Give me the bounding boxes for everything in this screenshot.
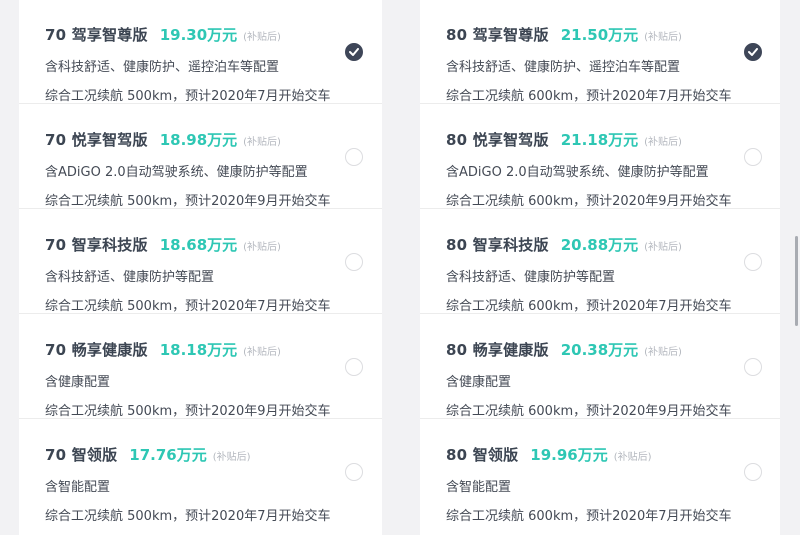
- trim-range-delivery: 综合工况续航 600km，预计2020年9月开始交车: [446, 194, 732, 209]
- trim-list-70: 70 驾享智尊版 19.30万元 (补贴后) 含科技舒适、健康防护、遥控泊车等配…: [19, 0, 382, 535]
- trim-name: 80 畅享健康版: [446, 341, 549, 359]
- trim-name: 70 畅享健康版: [45, 341, 148, 359]
- trim-features: 含智能配置: [446, 480, 512, 495]
- trim-option[interactable]: 80 驾享智尊版 21.50万元 (补贴后) 含科技舒适、健康防护、遥控泊车等配…: [420, 0, 780, 104]
- subsidy-note: (补贴后): [212, 452, 251, 463]
- trim-list-80: 80 驾享智尊版 21.50万元 (补贴后) 含科技舒适、健康防护、遥控泊车等配…: [420, 0, 780, 535]
- trim-option[interactable]: 70 驾享智尊版 19.30万元 (补贴后) 含科技舒适、健康防护、遥控泊车等配…: [19, 0, 382, 104]
- trim-price: 17.76万元: [129, 446, 207, 464]
- trim-features: 含科技舒适、健康防护等配置: [446, 270, 616, 285]
- trim-price: 20.38万元: [560, 341, 639, 359]
- trim-price: 21.50万元: [560, 26, 639, 44]
- trim-range-delivery: 综合工况续航 500km，预计2020年9月开始交车: [45, 404, 331, 419]
- subsidy-note: (补贴后): [644, 32, 682, 43]
- trim-range-delivery: 综合工况续航 600km，预计2020年9月开始交车: [446, 404, 732, 419]
- trim-range-delivery: 综合工况续航 500km，预计2020年9月开始交车: [45, 194, 331, 209]
- subsidy-note: (补贴后): [644, 347, 682, 358]
- trim-features: 含健康配置: [446, 375, 512, 390]
- trim-name: 70 驾享智尊版: [45, 26, 148, 44]
- trim-features: 含ADiGO 2.0自动驾驶系统、健康防护等配置: [446, 165, 709, 180]
- trim-features: 含科技舒适、健康防护等配置: [45, 270, 215, 285]
- subsidy-note: (补贴后): [644, 137, 682, 148]
- radio-button[interactable]: [744, 358, 762, 376]
- trim-features: 含健康配置: [45, 375, 111, 390]
- scrollbar[interactable]: [795, 236, 798, 326]
- selected-check-icon[interactable]: [345, 43, 363, 61]
- trim-name: 80 智领版: [446, 446, 519, 464]
- trim-option[interactable]: 70 智享科技版 18.68万元 (补贴后) 含科技舒适、健康防护等配置 综合工…: [19, 210, 382, 314]
- trim-option[interactable]: 70 智领版 17.76万元 (补贴后) 含智能配置 综合工况续航 500km，…: [19, 420, 382, 524]
- radio-button[interactable]: [345, 358, 363, 376]
- radio-button[interactable]: [744, 148, 762, 166]
- trim-features: 含科技舒适、健康防护、遥控泊车等配置: [446, 60, 681, 75]
- subsidy-note: (补贴后): [613, 452, 652, 463]
- trim-price: 18.18万元: [159, 341, 238, 359]
- trim-option[interactable]: 80 畅享健康版 20.38万元 (补贴后) 含健康配置 综合工况续航 600k…: [420, 315, 780, 419]
- trim-option[interactable]: 80 悦享智驾版 21.18万元 (补贴后) 含ADiGO 2.0自动驾驶系统、…: [420, 105, 780, 209]
- subsidy-note: (补贴后): [243, 347, 281, 358]
- radio-button[interactable]: [345, 253, 363, 271]
- trim-name: 70 智领版: [45, 446, 118, 464]
- trim-option[interactable]: 70 悦享智驾版 18.98万元 (补贴后) 含ADiGO 2.0自动驾驶系统、…: [19, 105, 382, 209]
- trim-price: 19.30万元: [159, 26, 238, 44]
- trim-range-delivery: 综合工况续航 500km，预计2020年7月开始交车: [45, 509, 331, 524]
- trim-features: 含智能配置: [45, 480, 111, 495]
- radio-button[interactable]: [345, 148, 363, 166]
- trim-features: 含科技舒适、健康防护、遥控泊车等配置: [45, 60, 280, 75]
- trim-range-delivery: 综合工况续航 500km，预计2020年7月开始交车: [45, 299, 331, 314]
- trim-option[interactable]: 70 畅享健康版 18.18万元 (补贴后) 含健康配置 综合工况续航 500k…: [19, 315, 382, 419]
- trim-features: 含ADiGO 2.0自动驾驶系统、健康防护等配置: [45, 165, 308, 180]
- selected-check-icon[interactable]: [744, 43, 762, 61]
- radio-button[interactable]: [744, 253, 762, 271]
- radio-button[interactable]: [345, 463, 363, 481]
- trim-option[interactable]: 80 智享科技版 20.88万元 (补贴后) 含科技舒适、健康防护等配置 综合工…: [420, 210, 780, 314]
- trim-option[interactable]: 80 智领版 19.96万元 (补贴后) 含智能配置 综合工况续航 600km，…: [420, 420, 780, 524]
- trim-range-delivery: 综合工况续航 500km，预计2020年7月开始交车: [45, 89, 331, 104]
- subsidy-note: (补贴后): [243, 137, 281, 148]
- trim-name: 80 悦享智驾版: [446, 131, 549, 149]
- subsidy-note: (补贴后): [644, 242, 682, 253]
- trim-price: 18.98万元: [159, 131, 238, 149]
- subsidy-note: (补贴后): [243, 32, 281, 43]
- trim-price: 20.88万元: [560, 236, 639, 254]
- trim-name: 70 悦享智驾版: [45, 131, 148, 149]
- trim-price: 19.96万元: [530, 446, 608, 464]
- trim-name: 80 智享科技版: [446, 236, 549, 254]
- trim-range-delivery: 综合工况续航 600km，预计2020年7月开始交车: [446, 299, 732, 314]
- trim-range-delivery: 综合工况续航 600km，预计2020年7月开始交车: [446, 509, 732, 524]
- trim-name: 70 智享科技版: [45, 236, 148, 254]
- trim-range-delivery: 综合工况续航 600km，预计2020年7月开始交车: [446, 89, 732, 104]
- trim-price: 21.18万元: [560, 131, 639, 149]
- radio-button[interactable]: [744, 463, 762, 481]
- trim-price: 18.68万元: [159, 236, 238, 254]
- subsidy-note: (补贴后): [243, 242, 281, 253]
- trim-name: 80 驾享智尊版: [446, 26, 549, 44]
